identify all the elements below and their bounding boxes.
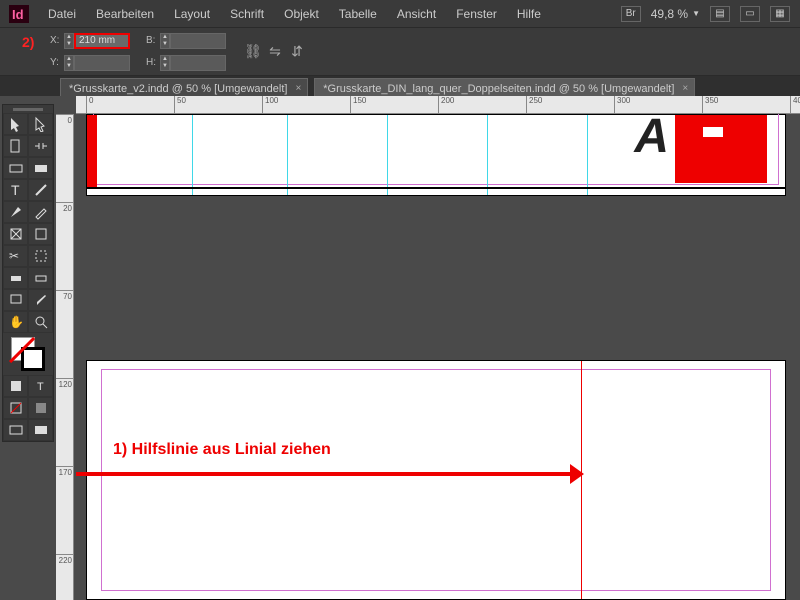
apply-gradient-icon[interactable]	[28, 397, 53, 419]
tools-panel: T ✂ ✋ T	[2, 104, 54, 442]
pen-tool[interactable]	[3, 201, 28, 223]
menu-tabelle[interactable]: Tabelle	[329, 0, 387, 28]
apply-none-icon[interactable]	[3, 397, 28, 419]
page-tool[interactable]	[3, 135, 28, 157]
flip-v-icon[interactable]: ⇵	[288, 43, 306, 61]
screen-mode-icon[interactable]: ▭	[740, 6, 760, 22]
svg-text:Id: Id	[12, 7, 24, 22]
menu-objekt[interactable]: Objekt	[274, 0, 329, 28]
zoom-level-display[interactable]: 49,8 %▼	[651, 7, 700, 21]
menu-schrift[interactable]: Schrift	[220, 0, 274, 28]
indesign-logo: Id	[6, 4, 32, 24]
selection-tool[interactable]	[3, 113, 28, 135]
preview-view-icon[interactable]	[28, 419, 53, 441]
zoom-tool[interactable]	[28, 311, 53, 333]
vertical-ruler[interactable]: 02070120170220	[56, 114, 74, 600]
document-tab-2[interactable]: *Grusskarte_DIN_lang_quer_Doppelseiten.i…	[314, 78, 695, 96]
eyedropper-tool[interactable]	[28, 289, 53, 311]
scissors-tool[interactable]: ✂	[3, 245, 28, 267]
height-field[interactable]: H: ▲▼	[146, 53, 226, 73]
constrain-icon[interactable]: ⛓	[244, 43, 262, 61]
document-tab-1[interactable]: *Grusskarte_v2.indd @ 50 % [Umgewandelt]…	[60, 78, 308, 96]
pencil-tool[interactable]	[28, 201, 53, 223]
hand-tool[interactable]: ✋	[3, 311, 28, 333]
annotation-2-label: 2)	[22, 34, 34, 50]
control-panel: X: ▲▼ Y: ▲▼ B: ▲▼ H: ▲▼ ⛓ ⇋ ⇵	[0, 28, 800, 76]
gradient-feather-tool[interactable]	[28, 267, 53, 289]
rectangle-frame-tool[interactable]	[3, 223, 28, 245]
arrange-icon[interactable]: ▦	[770, 6, 790, 22]
content-placer-tool[interactable]	[28, 157, 53, 179]
horizontal-ruler[interactable]: 050100150200250300350400	[76, 96, 800, 114]
spread-top: A	[86, 114, 786, 196]
rectangle-tool[interactable]	[28, 223, 53, 245]
menu-layout[interactable]: Layout	[164, 0, 220, 28]
view-options-icon[interactable]: ▤	[710, 6, 730, 22]
spread-bottom: 1) Hilfslinie aus Linial ziehen	[86, 360, 786, 600]
fill-stroke-swatch[interactable]	[11, 337, 45, 371]
note-tool[interactable]	[3, 289, 28, 311]
svg-text:T: T	[37, 381, 44, 393]
svg-text:✋: ✋	[9, 315, 24, 329]
menu-fenster[interactable]: Fenster	[446, 0, 507, 28]
menu-datei[interactable]: Datei	[38, 0, 86, 28]
logo-a-graphic: A	[634, 114, 665, 164]
normal-view-icon[interactable]	[3, 419, 28, 441]
direct-selection-tool[interactable]	[28, 113, 53, 135]
y-position-field[interactable]: Y: ▲▼	[50, 53, 130, 73]
content-collector-tool[interactable]	[3, 157, 28, 179]
apply-color-icon[interactable]	[3, 375, 28, 397]
document-area: 050100150200250300350400 02070120170220 …	[56, 96, 800, 600]
free-transform-tool[interactable]	[28, 245, 53, 267]
annotation-1-label: 1) Hilfslinie aus Linial ziehen	[113, 441, 331, 459]
type-tool[interactable]: T	[3, 179, 28, 201]
flip-h-icon[interactable]: ⇋	[266, 43, 284, 61]
document-tabs: *Grusskarte_v2.indd @ 50 % [Umgewandelt]…	[0, 76, 800, 96]
annotation-arrow	[76, 472, 572, 476]
svg-text:✂: ✂	[9, 249, 19, 263]
svg-text:T: T	[11, 182, 20, 198]
menu-hilfe[interactable]: Hilfe	[507, 0, 551, 28]
bridge-icon[interactable]: Br	[621, 6, 641, 22]
gap-tool[interactable]	[28, 135, 53, 157]
close-icon[interactable]: ×	[682, 83, 688, 94]
line-tool[interactable]	[28, 179, 53, 201]
menu-bearbeiten[interactable]: Bearbeiten	[86, 0, 164, 28]
menubar: Id DateiBearbeitenLayoutSchriftObjektTab…	[0, 0, 800, 28]
x-position-field[interactable]: X: ▲▼	[50, 31, 130, 51]
apply-text-icon[interactable]: T	[28, 375, 53, 397]
width-field[interactable]: B: ▲▼	[146, 31, 226, 51]
menu-ansicht[interactable]: Ansicht	[387, 0, 446, 28]
gradient-swatch-tool[interactable]	[3, 267, 28, 289]
panel-grip[interactable]	[3, 105, 53, 113]
close-icon[interactable]: ×	[295, 83, 301, 94]
canvas[interactable]: A 1) Hilfslinie aus Linial ziehen	[76, 114, 800, 600]
